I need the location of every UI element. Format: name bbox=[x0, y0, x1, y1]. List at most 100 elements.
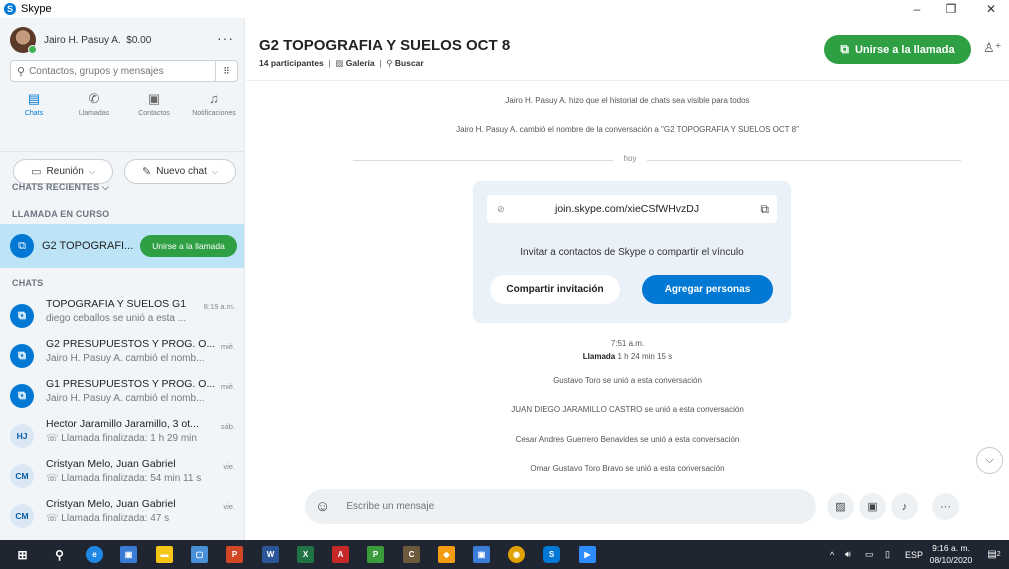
invite-link[interactable]: join.skype.com/xieCSfWHvzDJ bbox=[555, 203, 699, 215]
conversation-subtitle: 14 participantes | ▨ Galería | ⚲ Buscar bbox=[259, 58, 424, 68]
invite-text: Invitar a contactos de Skype o compartir… bbox=[520, 247, 744, 258]
chat-preview: Jairo H. Pasuy A. cambió el nomb... bbox=[46, 353, 205, 364]
chat-time: vie. bbox=[223, 462, 235, 471]
language-indicator[interactable]: ESP bbox=[905, 540, 923, 569]
chat-time: vie. bbox=[223, 502, 235, 511]
scroll-down-button[interactable]: ⌵ bbox=[976, 447, 1003, 474]
profile[interactable]: Jairo H. Pasuy A. $0.00 ··· bbox=[10, 26, 238, 54]
chrome-icon[interactable]: ◉ bbox=[508, 546, 525, 563]
new-chat-button[interactable]: ✎ Nuevo chat ⌵ bbox=[124, 159, 236, 184]
nav-contacts[interactable]: ▣ Contactos bbox=[126, 90, 182, 130]
excel-icon[interactable]: X bbox=[297, 546, 314, 563]
file-explorer-icon[interactable]: ▬ bbox=[156, 546, 173, 563]
share-invitation-button[interactable]: Compartir invitación bbox=[490, 275, 620, 304]
nav-chats[interactable]: ▤ Chats bbox=[6, 90, 62, 130]
chats-header: CHATS bbox=[12, 278, 44, 288]
store-icon[interactable]: ▣ bbox=[120, 546, 137, 563]
add-people-button[interactable]: Agregar personas bbox=[642, 275, 773, 304]
windows-start-icon[interactable]: ⊞ bbox=[14, 546, 31, 563]
notification-center-icon[interactable]: ▤ 2 bbox=[986, 546, 1002, 562]
gallery-icon: ▨ bbox=[835, 501, 846, 513]
chevron-down-icon: ⌵ bbox=[985, 454, 994, 466]
chat-time: 8:19 a.m. bbox=[203, 302, 235, 311]
invite-link-box[interactable]: ⊘ join.skype.com/xieCSfWHvzDJ ⧉ bbox=[487, 195, 777, 223]
chat-preview: diego ceballos se unió a esta ... bbox=[46, 313, 187, 324]
sidebar: Jairo H. Pasuy A. $0.00 ··· ⚲ ⠿ ▤ Chats … bbox=[0, 18, 245, 540]
join-call-button[interactable]: ⧉ Unirse a la llamada bbox=[824, 35, 971, 64]
add-person-icon[interactable]: ♙⁺ bbox=[983, 40, 1002, 56]
search-icon: ⚲ bbox=[386, 58, 393, 68]
word-icon[interactable]: W bbox=[262, 546, 279, 563]
tray-chevron-icon[interactable]: ^ bbox=[830, 540, 834, 569]
store-icon[interactable]: ▣ bbox=[473, 546, 490, 563]
more-options-icon[interactable]: ··· bbox=[217, 30, 234, 46]
copy-icon[interactable]: ⧉ bbox=[760, 202, 769, 217]
video-icon: ▭ bbox=[31, 166, 42, 178]
title-bar: S Skype – ❐ ✕ bbox=[0, 0, 1009, 18]
ongoing-call-item[interactable]: ⧉ G2 TOPOGRAFI... Unirse a la llamada bbox=[0, 224, 244, 268]
call-time: 7:51 a.m. bbox=[610, 339, 645, 348]
edge-icon[interactable]: e bbox=[86, 546, 103, 563]
list-item[interactable]: ⧉ G1 PRESUPUESTOS Y PROG. O... Jairo H. … bbox=[0, 374, 244, 418]
system-message: Jairo H. Pasuy A. cambió el nombre de la… bbox=[456, 125, 799, 134]
divider bbox=[246, 80, 1009, 81]
recent-chats-header[interactable]: CHATS RECIENTES ⌵ bbox=[12, 182, 109, 193]
conversation-title[interactable]: G2 TOPOGRAFIA Y SUELOS OCT 8 bbox=[259, 37, 510, 54]
network-icon[interactable]: ▭ bbox=[865, 540, 874, 569]
chat-title: Cristyan Melo, Juan Gabriel bbox=[46, 498, 176, 510]
search-input[interactable] bbox=[29, 65, 210, 77]
civil-app-icon[interactable]: C bbox=[403, 546, 420, 563]
skype-logo-icon: S bbox=[4, 3, 16, 15]
voice-message-button[interactable]: ♪ bbox=[891, 493, 918, 520]
list-item[interactable]: HJ Hector Jaramillo Jaramillo, 3 ot... ☏… bbox=[0, 414, 244, 458]
taskbar-clock[interactable]: 9:16 a. m. 08/10/2020 bbox=[928, 542, 974, 566]
more-options-button[interactable]: ··· bbox=[932, 493, 959, 520]
online-status-icon bbox=[28, 45, 37, 54]
list-item[interactable]: CM Cristyan Melo, Juan Gabriel ☏ Llamada… bbox=[0, 454, 244, 498]
phone-icon: ✆ bbox=[88, 91, 100, 106]
battery-icon[interactable]: ▯ bbox=[885, 540, 890, 569]
gallery-link[interactable]: Galería bbox=[346, 58, 375, 68]
join-call-button[interactable]: Unirse a la llamada bbox=[140, 235, 237, 257]
close-button[interactable]: ✕ bbox=[975, 0, 1007, 18]
project-icon[interactable]: P bbox=[367, 546, 384, 563]
dialpad-icon[interactable]: ⠿ bbox=[215, 61, 237, 81]
skype-taskbar-icon[interactable]: S bbox=[543, 546, 560, 563]
avatar: CM bbox=[10, 464, 34, 488]
bell-icon: ♫ bbox=[209, 91, 219, 106]
windows-taskbar: ⊞ ⚲ e ▣ ▬ ▢ P W X A P C ◆ ▣ ◉ S ▶ ^ 🔊︎ ▭… bbox=[0, 540, 1009, 569]
avatar[interactable] bbox=[10, 27, 37, 54]
emoji-icon[interactable]: ☺ bbox=[315, 498, 330, 515]
divider bbox=[0, 151, 244, 152]
powerpoint-icon[interactable]: P bbox=[226, 546, 243, 563]
list-item[interactable]: ⧉ G2 PRESUPUESTOS Y PROG. O... Jairo H. … bbox=[0, 334, 244, 378]
contacts-icon: ▣ bbox=[147, 91, 161, 106]
app-icon[interactable]: ▢ bbox=[191, 546, 208, 563]
maximize-button[interactable]: ❐ bbox=[935, 0, 967, 18]
search-link[interactable]: Buscar bbox=[395, 58, 424, 68]
participants-link[interactable]: 14 participantes bbox=[259, 58, 324, 68]
contact-card-icon: ▣ bbox=[867, 501, 878, 513]
zoom-icon[interactable]: ▶ bbox=[579, 546, 596, 563]
message-input[interactable] bbox=[346, 501, 767, 512]
system-message: Omar Gustavo Toro Bravo se unió a esta c… bbox=[530, 464, 725, 473]
list-item[interactable]: ⧉ TOPOGRAFIA Y SUELOS G1 diego ceballos … bbox=[0, 294, 244, 338]
date-divider bbox=[353, 160, 961, 161]
media-button[interactable]: ▨ bbox=[827, 493, 854, 520]
meeting-button[interactable]: ▭ Reunión ⌵ bbox=[13, 159, 113, 184]
volume-icon[interactable]: 🔊︎ bbox=[845, 540, 851, 569]
contact-card-button[interactable]: ▣ bbox=[859, 493, 886, 520]
call-ended-icon: ☏ bbox=[46, 433, 59, 444]
chat-time: mié. bbox=[220, 382, 235, 391]
nav-calls[interactable]: ✆ Llamadas bbox=[66, 90, 122, 130]
chat-preview: Jairo H. Pasuy A. cambió el nomb... bbox=[46, 393, 205, 404]
autocad-icon[interactable]: A bbox=[332, 546, 349, 563]
minimize-button[interactable]: – bbox=[901, 0, 933, 18]
search-box[interactable]: ⚲ ⠿ bbox=[10, 60, 238, 82]
chat-preview: ☏ Llamada finalizada: 54 min 11 s bbox=[46, 473, 202, 484]
nav-notifications[interactable]: ♫ Notificaciones bbox=[186, 90, 242, 130]
list-item[interactable]: CM Cristyan Melo, Juan Gabriel ☏ Llamada… bbox=[0, 494, 244, 538]
app-icon[interactable]: ◆ bbox=[438, 546, 455, 563]
message-composer: ☺ bbox=[305, 489, 816, 524]
search-icon[interactable]: ⚲ bbox=[51, 546, 68, 563]
